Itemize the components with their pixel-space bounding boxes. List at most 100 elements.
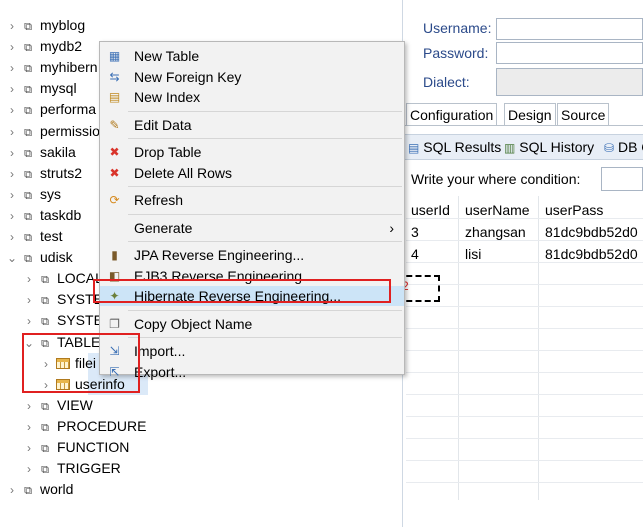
delete-rows-icon: ✖: [109, 165, 120, 180]
chevron-right-icon[interactable]: ›: [6, 164, 18, 185]
menu-separator: [128, 138, 402, 139]
chevron-right-icon[interactable]: ›: [6, 37, 18, 58]
menu-item-new-foreign-key[interactable]: ⇆ New Foreign Key: [100, 67, 404, 87]
edit-data-icon: ✎: [109, 117, 120, 132]
username-label: Username:: [423, 20, 492, 36]
tree-item[interactable]: › ⧉ test: [6, 226, 63, 247]
tree-item[interactable]: › ⧉ SYSTE: [23, 289, 103, 310]
column-header[interactable]: userId: [411, 199, 450, 221]
tree-item[interactable]: ⌄ ⧉ udisk: [6, 247, 73, 268]
grid-row-line: [406, 350, 643, 351]
database-icon: ⧉: [41, 443, 49, 455]
tree-item[interactable]: › ⧉ myblog: [6, 15, 85, 36]
menu-item-refresh[interactable]: ⟳ Refresh: [100, 190, 404, 210]
chevron-right-icon[interactable]: ›: [23, 417, 35, 438]
menu-item-export[interactable]: ⇱ Export...: [100, 362, 404, 382]
annotation-box-hibernate: [93, 279, 391, 303]
chevron-right-icon[interactable]: ›: [6, 100, 18, 121]
chevron-right-icon[interactable]: ›: [6, 122, 18, 143]
database-icon: ⧉: [24, 42, 32, 54]
tree-item-label: udisk: [40, 249, 73, 265]
table-cell[interactable]: 81dc9bdb52d0: [545, 243, 643, 265]
tree-item[interactable]: › ⧉ PROCEDURE: [23, 416, 146, 437]
tree-item-label: myblog: [40, 17, 86, 33]
chevron-right-icon[interactable]: ›: [6, 143, 18, 164]
menu-item-label: Delete All Rows: [134, 164, 233, 181]
tree-item[interactable]: › ⧉ mysql: [6, 78, 77, 99]
tree-item[interactable]: › ⧉ TRIGGER: [23, 458, 121, 479]
database-icon: ⧉: [24, 105, 32, 117]
tree-item[interactable]: › ⧉ world: [6, 479, 73, 500]
menu-item-edit-data[interactable]: ✎ Edit Data: [100, 115, 404, 135]
tree-item[interactable]: › ⧉ FUNCTION: [23, 437, 129, 458]
tree-item-label: taskdb: [40, 207, 82, 223]
tree-item[interactable]: › ⧉ SYSTE: [23, 310, 103, 331]
menu-separator: [128, 213, 402, 215]
chevron-right-icon[interactable]: ›: [6, 58, 18, 79]
chevron-right-icon[interactable]: ›: [23, 438, 35, 459]
database-icon: ⧉: [24, 485, 32, 497]
sql-results-tab[interactable]: ▤ SQL Results: [408, 137, 501, 157]
chevron-right-icon[interactable]: ›: [23, 269, 35, 290]
menu-item-jpa-reverse-engineering[interactable]: ▮ JPA Reverse Engineering...: [100, 245, 404, 265]
tab-design[interactable]: Design: [504, 103, 556, 125]
menu-item-new-table[interactable]: ▦ New Table: [100, 46, 404, 66]
db-tab[interactable]: ⛁ DB C: [604, 137, 643, 157]
chevron-right-icon[interactable]: ›: [6, 79, 18, 100]
database-icon: ⧉: [41, 401, 49, 413]
menu-item-generate[interactable]: Generate ›: [100, 218, 404, 238]
chevron-right-icon[interactable]: ›: [23, 459, 35, 480]
password-field[interactable]: [496, 42, 643, 64]
chevron-right-icon[interactable]: ›: [6, 206, 18, 227]
database-icon: ⧉: [41, 274, 49, 286]
table-cell[interactable]: lisi: [465, 243, 481, 265]
chevron-right-icon[interactable]: ›: [23, 396, 35, 417]
new-table-icon: ▦: [108, 49, 121, 63]
tree-item[interactable]: › ⧉ sys: [6, 184, 61, 205]
table-cell[interactable]: 81dc9bdb52d0: [545, 221, 643, 243]
menu-item-delete-all-rows[interactable]: ✖ Delete All Rows: [100, 163, 404, 183]
menu-separator: [128, 110, 402, 112]
chevron-right-icon[interactable]: ›: [23, 290, 35, 311]
chevron-down-icon[interactable]: ⌄: [6, 248, 18, 269]
grid-row-line: [406, 306, 643, 307]
tree-item[interactable]: › ⧉ struts2: [6, 163, 82, 184]
tree-item[interactable]: › ⧉ myhibern: [6, 57, 98, 78]
tab-configuration[interactable]: Configuration: [406, 103, 498, 125]
tree-item[interactable]: › ⧉ sakila: [6, 142, 76, 163]
chevron-right-icon[interactable]: ›: [6, 227, 18, 248]
menu-item-import[interactable]: ⇲ Import...: [100, 341, 404, 361]
tree-item[interactable]: › ⧉ permissio: [6, 121, 100, 142]
tree-item[interactable]: › ⧉ VIEW: [23, 395, 93, 416]
tree-item[interactable]: › ⧉ mydb2: [6, 36, 82, 57]
tree-item[interactable]: › ⧉ performa: [6, 99, 96, 120]
tree-item-label: sakila: [40, 144, 76, 160]
sql-history-tab[interactable]: ▥ SQL History: [504, 137, 594, 157]
where-input[interactable]: [601, 167, 643, 191]
menu-item-label: Export...: [134, 363, 187, 380]
sql-history-icon: ▥: [504, 141, 516, 155]
menu-item-label: Drop Table: [134, 144, 202, 160]
index-icon: ▤: [108, 90, 121, 104]
menu-item-drop-table[interactable]: ✖ Drop Table: [100, 142, 404, 162]
column-header[interactable]: userName: [465, 199, 530, 221]
menu-item-copy-object-name[interactable]: ❐ Copy Object Name: [100, 314, 404, 334]
menu-item-new-index[interactable]: ▤ New Index: [100, 87, 404, 107]
tree-item[interactable]: › ⧉ taskdb: [6, 205, 81, 226]
chevron-right-icon[interactable]: ›: [6, 480, 18, 501]
tab-source[interactable]: Source: [557, 103, 610, 125]
chevron-right-icon[interactable]: ›: [6, 16, 18, 37]
table-cell[interactable]: 3: [411, 221, 419, 243]
password-label: Password:: [423, 45, 489, 61]
tree-item[interactable]: › ⧉ LOCAL: [23, 268, 103, 289]
menu-item-label: New Table: [134, 48, 200, 64]
grid-column-line: [538, 196, 539, 500]
table-cell[interactable]: zhangsan: [465, 221, 526, 243]
chevron-right-icon[interactable]: ›: [6, 185, 18, 206]
dialect-select[interactable]: [496, 68, 643, 96]
username-field[interactable]: [496, 18, 643, 40]
column-header[interactable]: userPass: [545, 199, 603, 221]
table-cell[interactable]: 4: [411, 243, 419, 265]
results-grid: userId userName userPass 3 zhangsan 81dc9bdb5…: [406, 196, 643, 500]
chevron-right-icon[interactable]: ›: [23, 311, 35, 332]
